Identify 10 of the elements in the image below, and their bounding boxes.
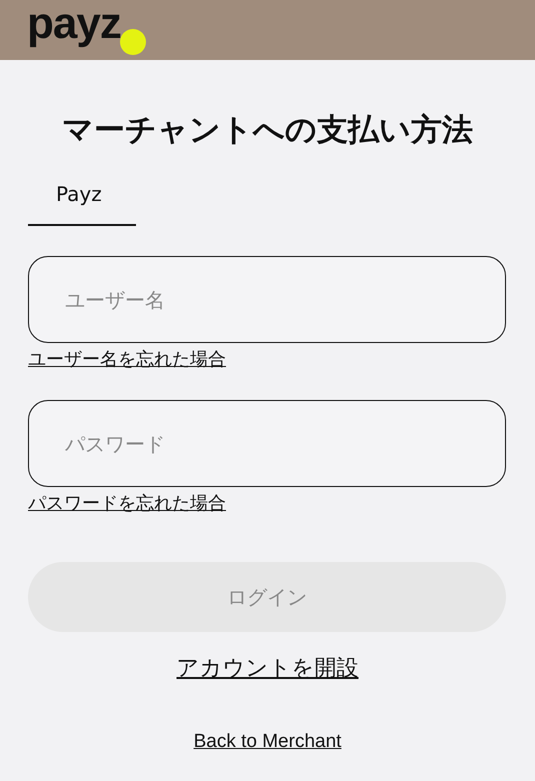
logo-text: payz xyxy=(27,2,121,46)
input-field[interactable]: パスワード xyxy=(28,400,506,487)
page-title: マーチャントへの支払い方法 xyxy=(61,111,474,150)
forgot-link[interactable]: パスワードを忘れた場合 xyxy=(28,492,226,516)
back-to-merchant-link[interactable]: Back to Merchant xyxy=(194,730,342,754)
tab[interactable]: Payz xyxy=(28,176,136,226)
dot-icon xyxy=(118,28,147,56)
forgot-link[interactable]: ユーザー名を忘れた場合 xyxy=(28,348,226,372)
open-account-link[interactable]: アカウントを開設 xyxy=(176,654,358,684)
input-field[interactable]: ユーザー名 xyxy=(28,256,506,343)
